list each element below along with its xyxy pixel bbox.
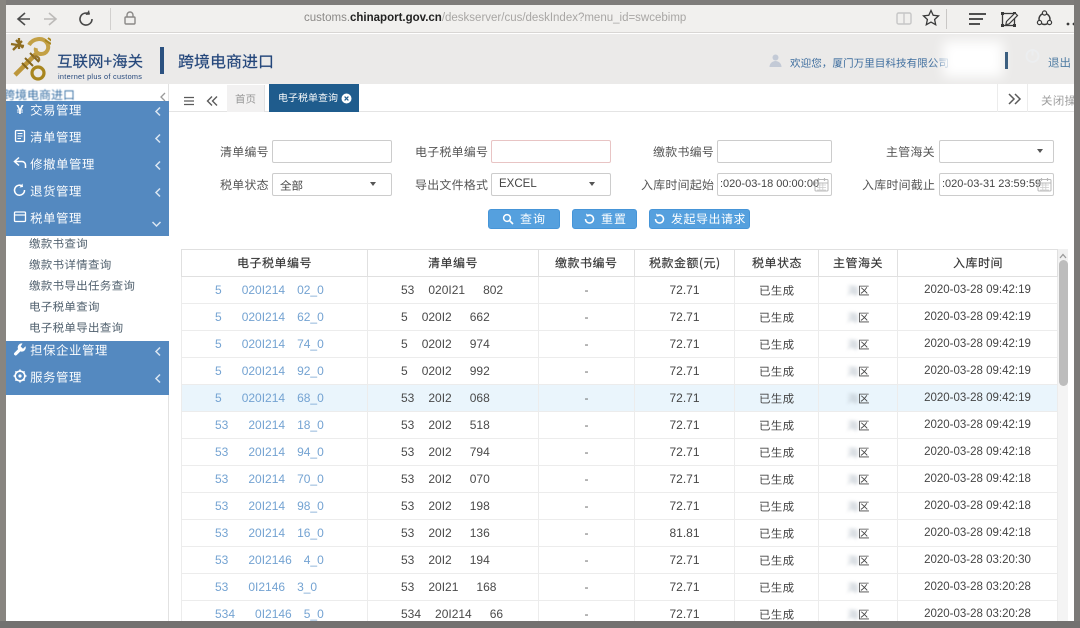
svg-text:¥: ¥ (16, 102, 24, 116)
